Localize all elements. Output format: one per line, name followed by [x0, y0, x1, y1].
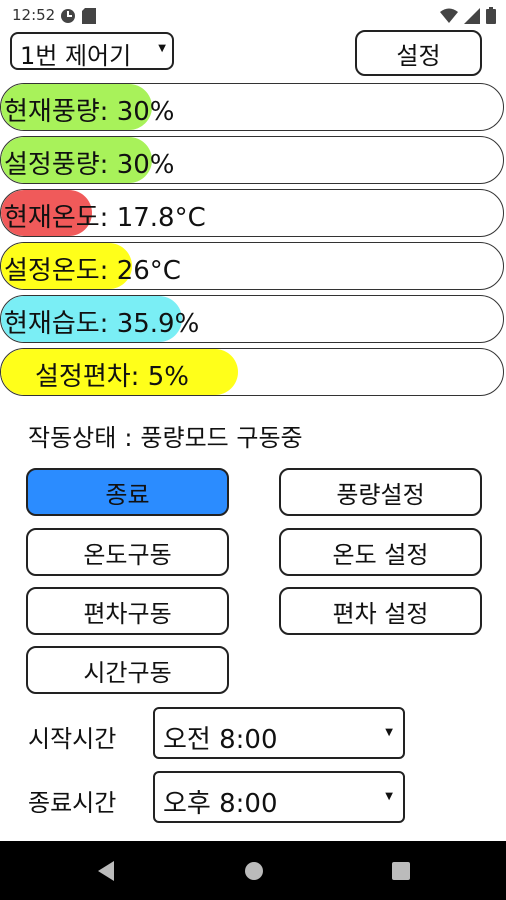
- deviation-setting-button[interactable]: 편차 설정: [279, 587, 482, 635]
- navigation-bar: [0, 841, 506, 900]
- dropdown-arrow-icon: ▼: [158, 43, 166, 54]
- temperature-drive-button[interactable]: 온도구동: [26, 528, 229, 576]
- gauge-current-temperature: 현재온도: 17.8°C: [0, 189, 504, 237]
- controller-select[interactable]: 1번 제어기 ▼: [10, 32, 174, 70]
- settings-button[interactable]: 설정: [355, 30, 482, 76]
- gauge-text: 현재습도: 35.9%: [4, 309, 200, 339]
- sd-card-icon: [82, 8, 96, 28]
- gauge-current-airflow: 현재풍량: 30%: [0, 83, 504, 131]
- start-time-select[interactable]: 오전 8:00 ▼: [153, 707, 405, 759]
- gauge-set-temperature: 설정온도: 26°C: [0, 242, 504, 290]
- dropdown-arrow-icon: ▼: [385, 727, 393, 738]
- operation-status: 작동상태: 풍량모드 구동중: [28, 418, 303, 453]
- home-icon[interactable]: [243, 860, 265, 886]
- app-notification-icon: [60, 8, 76, 28]
- airflow-setting-button[interactable]: 풍량설정: [279, 468, 482, 516]
- operation-status-label: 작동상태: [28, 424, 117, 452]
- time-drive-button[interactable]: 시간구동: [26, 646, 229, 694]
- gauge-current-humidity: 현재습도: 35.9%: [0, 295, 504, 343]
- gauge-set-deviation: 설정편차: 5%: [0, 348, 504, 396]
- gauge-text: 현재풍량: 30%: [4, 97, 175, 127]
- gauge-text: 현재온도: 17.8°C: [4, 203, 206, 233]
- gauge-text: 설정풍량: 30%: [4, 150, 175, 180]
- start-time-label: 시작시간: [28, 725, 117, 753]
- status-bar: 12:52: [0, 0, 506, 32]
- back-icon[interactable]: [96, 860, 116, 886]
- battery-icon: [486, 7, 496, 28]
- operation-status-value: 풍량모드 구동중: [140, 424, 303, 452]
- controller-select-value: 1번 제어기: [20, 42, 132, 70]
- dropdown-arrow-icon: ▼: [385, 791, 393, 802]
- gauge-text: 설정온도: 26°C: [4, 256, 181, 286]
- gauge-text: 설정편차: 5%: [35, 362, 189, 392]
- deviation-drive-button[interactable]: 편차구동: [26, 587, 229, 635]
- temperature-setting-button[interactable]: 온도 설정: [279, 528, 482, 576]
- signal-icon: [464, 7, 480, 28]
- stop-button[interactable]: 종료: [26, 468, 229, 516]
- end-time-value: 오후 8:00: [163, 789, 278, 819]
- status-time: 12:52: [12, 6, 56, 24]
- start-time-value: 오전 8:00: [163, 725, 278, 755]
- recents-icon[interactable]: [391, 861, 411, 885]
- end-time-select[interactable]: 오후 8:00 ▼: [153, 771, 405, 823]
- wifi-icon: [440, 8, 458, 28]
- end-time-label: 종료시간: [28, 789, 117, 817]
- operation-status-separator: :: [124, 424, 133, 452]
- gauge-set-airflow: 설정풍량: 30%: [0, 136, 504, 184]
